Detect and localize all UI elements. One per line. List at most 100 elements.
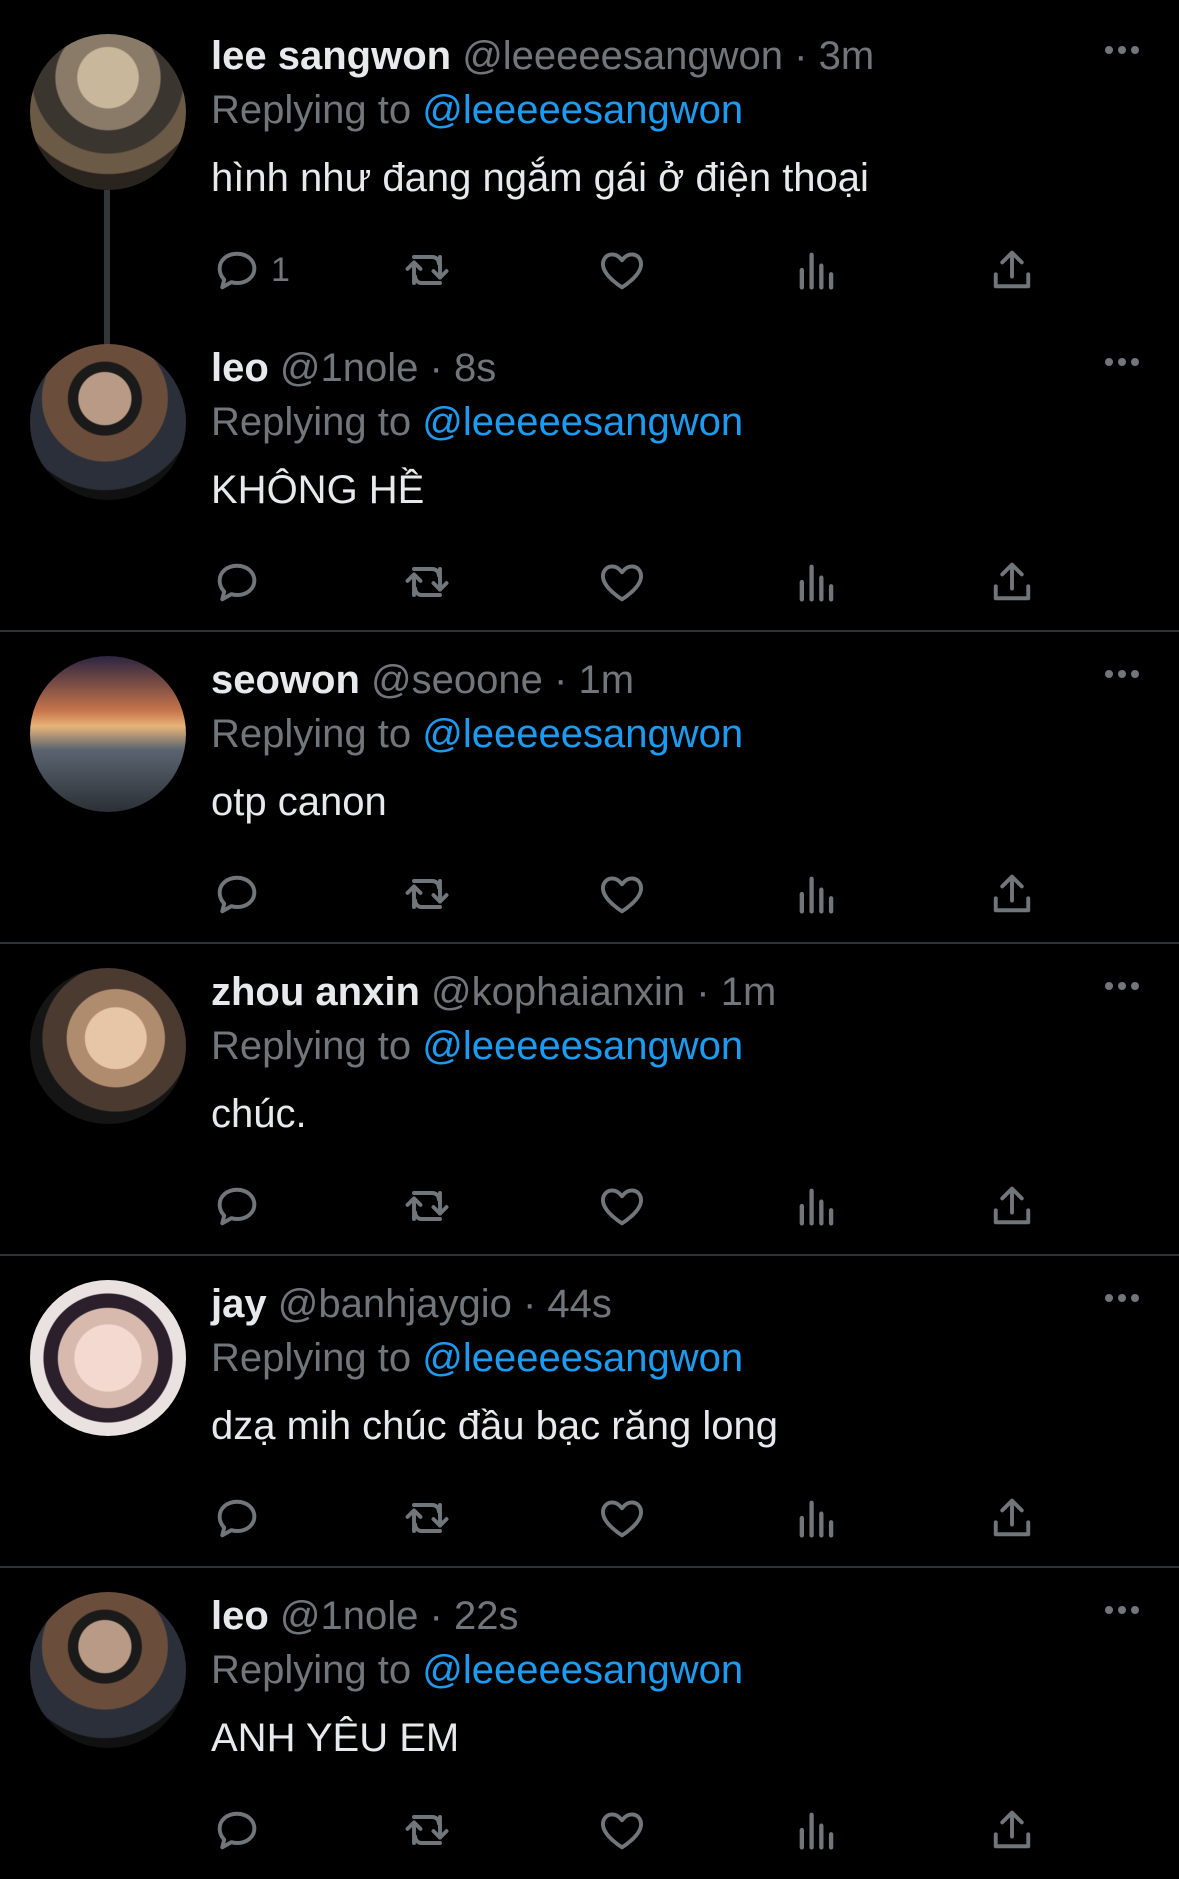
views-icon bbox=[799, 252, 834, 290]
views-button[interactable] bbox=[791, 242, 843, 298]
user-handle[interactable]: @1nole bbox=[280, 346, 418, 390]
retweet-button[interactable] bbox=[401, 242, 453, 298]
retweet-button[interactable] bbox=[401, 1178, 453, 1234]
views-icon bbox=[799, 564, 834, 602]
replying-to-handle[interactable]: @leeeeesangwon bbox=[422, 88, 743, 132]
separator-dot: · bbox=[429, 1594, 443, 1638]
retweet-button[interactable] bbox=[401, 1490, 453, 1546]
reply-button[interactable]: 1 bbox=[211, 242, 290, 298]
like-button[interactable] bbox=[596, 242, 648, 298]
timestamp[interactable]: 22s bbox=[454, 1594, 519, 1638]
reply-button[interactable] bbox=[211, 1178, 263, 1234]
user-handle[interactable]: @banhjaygio bbox=[278, 1282, 512, 1326]
user-handle[interactable]: @leeeeesangwon bbox=[462, 34, 783, 78]
share-icon bbox=[993, 1186, 1031, 1225]
tweet-text: dzạ mih chúc đầu bạc răng long bbox=[211, 1404, 779, 1448]
reply-icon bbox=[217, 875, 257, 914]
views-icon bbox=[799, 1500, 834, 1538]
share-icon bbox=[993, 874, 1031, 913]
tweet[interactable]: lee sangwon @leeeeesangwon · 3m Replying… bbox=[0, 0, 1179, 345]
avatar[interactable] bbox=[30, 656, 186, 812]
reply-button[interactable] bbox=[211, 554, 263, 610]
avatar[interactable] bbox=[30, 344, 186, 500]
timestamp[interactable]: 1m bbox=[578, 658, 634, 702]
tweet-actions bbox=[211, 554, 1051, 610]
like-button[interactable] bbox=[596, 1802, 648, 1858]
timestamp[interactable]: 3m bbox=[819, 34, 875, 78]
share-button[interactable] bbox=[986, 242, 1038, 298]
tweet[interactable]: zhou anxin @kophaianxin · 1m Replying to… bbox=[0, 942, 1179, 1254]
reply-button[interactable] bbox=[211, 1490, 263, 1546]
reply-count: 1 bbox=[271, 250, 290, 289]
share-button[interactable] bbox=[986, 1802, 1038, 1858]
heart-icon bbox=[601, 564, 643, 602]
display-name[interactable]: jay bbox=[211, 1282, 267, 1326]
like-button[interactable] bbox=[596, 1490, 648, 1546]
display-name[interactable]: leo bbox=[211, 346, 269, 390]
more-options-icon[interactable] bbox=[1103, 976, 1141, 996]
tweet[interactable]: leo @1nole · 22s Replying to @leeeeesang… bbox=[0, 1566, 1179, 1879]
tweet-header: zhou anxin @kophaianxin · 1m bbox=[211, 970, 776, 1015]
replying-to-label: Replying to bbox=[211, 88, 412, 132]
replying-to-handle[interactable]: @leeeeesangwon bbox=[422, 1648, 743, 1692]
like-button[interactable] bbox=[596, 1178, 648, 1234]
share-button[interactable] bbox=[986, 866, 1038, 922]
replying-to: Replying to @leeeeesangwon bbox=[211, 400, 743, 445]
retweet-icon bbox=[405, 567, 449, 597]
display-name[interactable]: seowon bbox=[211, 658, 360, 702]
replying-to-handle[interactable]: @leeeeesangwon bbox=[422, 1336, 743, 1380]
timestamp[interactable]: 8s bbox=[454, 346, 496, 390]
more-options-icon[interactable] bbox=[1103, 1600, 1141, 1620]
replying-to-handle[interactable]: @leeeeesangwon bbox=[422, 1024, 743, 1068]
tweet-text: otp canon bbox=[211, 780, 387, 824]
more-options-icon[interactable] bbox=[1103, 40, 1141, 60]
views-button[interactable] bbox=[791, 1178, 843, 1234]
tweet-actions bbox=[211, 1802, 1051, 1858]
tweet[interactable]: jay @banhjaygio · 44s Replying to @leeee… bbox=[0, 1254, 1179, 1566]
avatar[interactable] bbox=[30, 1592, 186, 1748]
display-name[interactable]: zhou anxin bbox=[211, 970, 420, 1014]
replying-to: Replying to @leeeeesangwon bbox=[211, 1024, 743, 1069]
share-button[interactable] bbox=[986, 1178, 1038, 1234]
reply-icon bbox=[217, 563, 257, 602]
more-options-icon[interactable] bbox=[1103, 1288, 1141, 1308]
retweet-icon bbox=[405, 1815, 449, 1845]
replying-to-label: Replying to bbox=[211, 1024, 412, 1068]
replying-to-handle[interactable]: @leeeeesangwon bbox=[422, 400, 743, 444]
views-button[interactable] bbox=[791, 866, 843, 922]
display-name[interactable]: leo bbox=[211, 1594, 269, 1638]
user-handle[interactable]: @seoone bbox=[371, 658, 543, 702]
share-button[interactable] bbox=[986, 554, 1038, 610]
more-options-icon[interactable] bbox=[1103, 664, 1141, 684]
replying-to: Replying to @leeeeesangwon bbox=[211, 1648, 743, 1693]
retweet-button[interactable] bbox=[401, 866, 453, 922]
tweet[interactable]: seowon @seoone · 1m Replying to @leeeees… bbox=[0, 630, 1179, 942]
reply-button[interactable] bbox=[211, 1802, 263, 1858]
retweet-button[interactable] bbox=[401, 1802, 453, 1858]
more-options-icon[interactable] bbox=[1103, 352, 1141, 372]
timestamp[interactable]: 1m bbox=[721, 970, 777, 1014]
like-button[interactable] bbox=[596, 866, 648, 922]
tweet[interactable]: leo @1nole · 8s Replying to @leeeeesangw… bbox=[0, 312, 1179, 630]
user-handle[interactable]: @kophaianxin bbox=[431, 970, 685, 1014]
avatar[interactable] bbox=[30, 34, 186, 190]
avatar[interactable] bbox=[30, 968, 186, 1124]
views-button[interactable] bbox=[791, 1490, 843, 1546]
replying-to-handle[interactable]: @leeeeesangwon bbox=[422, 712, 743, 756]
timestamp[interactable]: 44s bbox=[547, 1282, 612, 1326]
tweet-header: lee sangwon @leeeeesangwon · 3m bbox=[211, 34, 874, 79]
share-button[interactable] bbox=[986, 1490, 1038, 1546]
user-handle[interactable]: @1nole bbox=[280, 1594, 418, 1638]
reply-button[interactable] bbox=[211, 866, 263, 922]
reply-icon bbox=[217, 1187, 257, 1226]
views-button[interactable] bbox=[791, 1802, 843, 1858]
retweet-icon bbox=[405, 255, 449, 285]
tweet-header: leo @1nole · 8s bbox=[211, 346, 496, 391]
views-button[interactable] bbox=[791, 554, 843, 610]
display-name[interactable]: lee sangwon bbox=[211, 34, 451, 78]
retweet-button[interactable] bbox=[401, 554, 453, 610]
tweet-text: ANH YÊU EM bbox=[211, 1716, 460, 1760]
avatar[interactable] bbox=[30, 1280, 186, 1436]
like-button[interactable] bbox=[596, 554, 648, 610]
views-icon bbox=[799, 876, 834, 914]
